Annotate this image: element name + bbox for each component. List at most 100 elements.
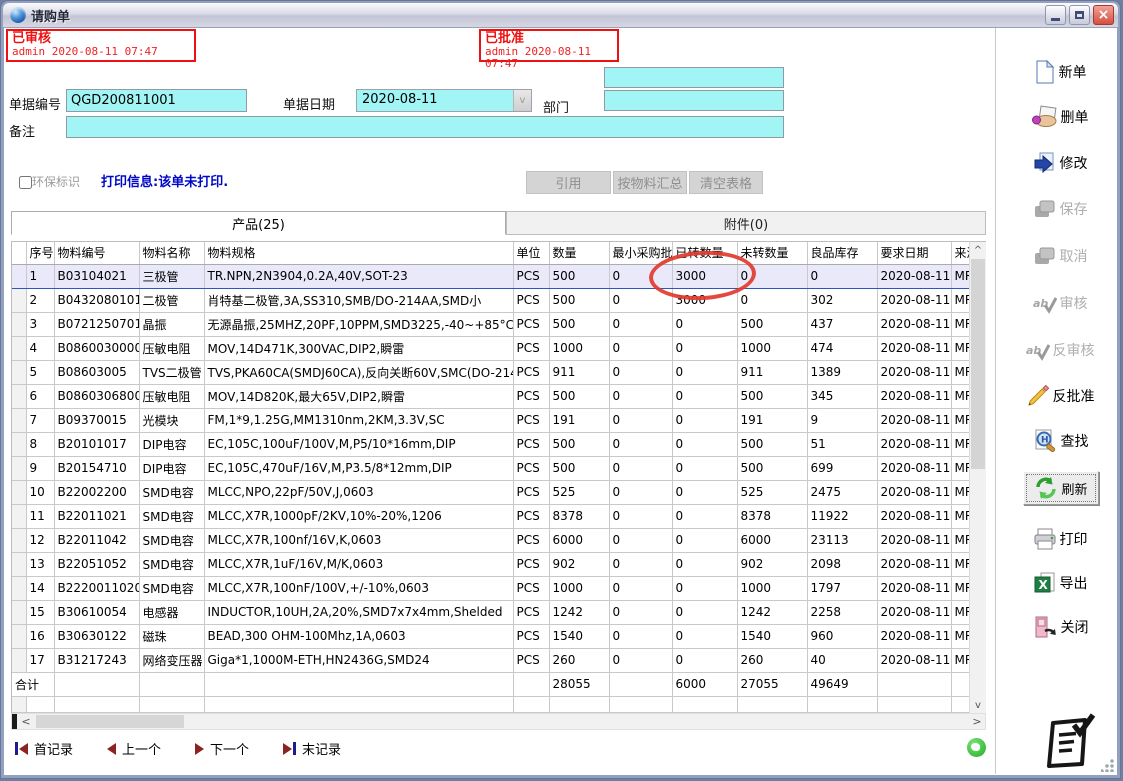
grid-cell[interactable]: 肖特基二极管,3A,SS310,SMB/DO-214AA,SMD小 xyxy=(204,288,513,312)
grid-cell[interactable]: 0 xyxy=(737,264,807,288)
grid-cell[interactable]: 电感器 xyxy=(139,600,204,624)
grid-cell[interactable]: MR xyxy=(951,432,971,456)
grid-cell[interactable]: PCS xyxy=(513,288,549,312)
column-header[interactable]: 良品库存 xyxy=(807,242,877,264)
table-row[interactable]: 10B22002200SMD电容MLCC,NPO,22pF/50V,J,0603… xyxy=(12,480,971,504)
grid-cell[interactable]: 6 xyxy=(26,384,54,408)
grid-cell[interactable]: MLCC,X7R,1uF/16V,M/K,0603 xyxy=(204,552,513,576)
grid-cell[interactable]: 11922 xyxy=(807,504,877,528)
grid-cell[interactable]: 11 xyxy=(26,504,54,528)
table-row[interactable]: 11B22011021SMD电容MLCC,X7R,1000pF/2KV,10%-… xyxy=(12,504,971,528)
remark-input[interactable] xyxy=(66,116,784,138)
grid-cell[interactable]: B09370015 xyxy=(54,408,139,432)
grid-cell[interactable]: 二极管 xyxy=(139,288,204,312)
grid-cell[interactable]: 0 xyxy=(672,624,737,648)
grid-cell[interactable]: 0 xyxy=(609,312,672,336)
grid-cell[interactable]: B22051052 xyxy=(54,552,139,576)
row-indicator[interactable] xyxy=(12,360,26,384)
grid-cell[interactable]: 500 xyxy=(737,384,807,408)
modify-button[interactable]: 修改 xyxy=(1001,147,1119,179)
grid-cell[interactable]: 0 xyxy=(609,336,672,360)
grid-cell[interactable]: 0 xyxy=(672,336,737,360)
grid-cell[interactable]: 0 xyxy=(672,576,737,600)
grid-cell[interactable]: 1797 xyxy=(807,576,877,600)
grid-cell[interactable]: B31217243 xyxy=(54,648,139,672)
grid-cell[interactable]: B20101017 xyxy=(54,432,139,456)
row-indicator[interactable] xyxy=(12,576,26,600)
grid-cell[interactable]: MR xyxy=(951,336,971,360)
grid-cell[interactable]: 911 xyxy=(549,360,609,384)
close-form-button[interactable]: 关闭 xyxy=(1001,611,1119,643)
grid-cell[interactable]: 500 xyxy=(549,288,609,312)
grid-cell[interactable]: 晶振 xyxy=(139,312,204,336)
grid-cell[interactable]: B2220011020 xyxy=(54,576,139,600)
grid-cell[interactable]: MR xyxy=(951,576,971,600)
grid-cell[interactable]: MR xyxy=(951,624,971,648)
column-header[interactable]: 已转数量 xyxy=(672,242,737,264)
grid-horizontal-scrollbar[interactable]: < > xyxy=(11,713,986,730)
grid-cell[interactable]: 0 xyxy=(807,264,877,288)
grid-cell[interactable]: 14 xyxy=(26,576,54,600)
grid-cell[interactable]: Giga*1,1000M-ETH,HN2436G,SMD24 xyxy=(204,648,513,672)
grid-cell[interactable]: 1000 xyxy=(737,576,807,600)
grid-cell[interactable]: 0 xyxy=(609,528,672,552)
grid-cell[interactable]: 260 xyxy=(737,648,807,672)
row-indicator[interactable] xyxy=(12,552,26,576)
grid-cell[interactable]: MLCC,X7R,1000pF/2KV,10%-20%,1206 xyxy=(204,504,513,528)
grid-cell[interactable]: SMD电容 xyxy=(139,504,204,528)
grid-cell[interactable]: B0432080101 xyxy=(54,288,139,312)
grid-cell[interactable]: 40 xyxy=(807,648,877,672)
grid-cell[interactable]: 2020-08-11 xyxy=(877,432,951,456)
grid-cell[interactable]: SMD电容 xyxy=(139,528,204,552)
grid-cell[interactable]: PCS xyxy=(513,600,549,624)
grid-cell[interactable]: 525 xyxy=(549,480,609,504)
grid-cell[interactable]: PCS xyxy=(513,648,549,672)
grid-cell[interactable]: 1000 xyxy=(549,336,609,360)
grid-cell[interactable]: B03104021 xyxy=(54,264,139,288)
row-indicator[interactable] xyxy=(12,480,26,504)
grid-cell[interactable]: 0 xyxy=(609,264,672,288)
minimize-button[interactable] xyxy=(1045,5,1066,25)
grid-cell[interactable]: 0 xyxy=(672,312,737,336)
column-header[interactable]: 物料名称 xyxy=(139,242,204,264)
grid-cell[interactable]: MR xyxy=(951,288,971,312)
grid-cell[interactable]: BEAD,300 OHM-100Mhz,1A,0603 xyxy=(204,624,513,648)
grid-cell[interactable]: EC,105C,470uF/16V,M,P3.5/8*12mm,DIP xyxy=(204,456,513,480)
table-row[interactable]: 9B20154710DIP电容EC,105C,470uF/16V,M,P3.5/… xyxy=(12,456,971,480)
close-button[interactable]: × xyxy=(1093,5,1114,25)
grid-cell[interactable]: 2020-08-11 xyxy=(877,360,951,384)
row-indicator[interactable] xyxy=(12,264,26,288)
grid-cell[interactable]: 699 xyxy=(807,456,877,480)
vertical-scroll-thumb[interactable] xyxy=(971,259,985,469)
grid-cell[interactable]: DIP电容 xyxy=(139,456,204,480)
grid-cell[interactable]: 8378 xyxy=(737,504,807,528)
doc-date-combo[interactable]: 2020-08-11 v xyxy=(356,89,532,112)
nav-previous-record[interactable]: 上一个 xyxy=(107,739,161,758)
grid-cell[interactable]: 2020-08-11 xyxy=(877,384,951,408)
grid-cell[interactable]: 9 xyxy=(807,408,877,432)
grid-cell[interactable]: 2020-08-11 xyxy=(877,552,951,576)
grid-cell[interactable]: 1389 xyxy=(807,360,877,384)
grid-cell[interactable]: 0 xyxy=(609,288,672,312)
grid-cell[interactable]: 0 xyxy=(609,432,672,456)
grid-cell[interactable]: 0 xyxy=(672,648,737,672)
grid-cell[interactable]: 500 xyxy=(737,456,807,480)
quote-button[interactable]: 引用 xyxy=(526,171,611,194)
grid-cell[interactable]: 3000 xyxy=(672,288,737,312)
grid-cell[interactable]: 7 xyxy=(26,408,54,432)
grid-cell[interactable]: 0 xyxy=(672,480,737,504)
refresh-button[interactable]: 刷新 xyxy=(1023,471,1099,505)
grid-cell[interactable]: MR xyxy=(951,552,971,576)
grid-cell[interactable]: B22011021 xyxy=(54,504,139,528)
grid-cell[interactable]: MR xyxy=(951,264,971,288)
table-row[interactable]: 12B22011042SMD电容MLCC,X7R,100nf/16V,K,060… xyxy=(12,528,971,552)
grid-cell[interactable]: 12 xyxy=(26,528,54,552)
grid-cell[interactable]: 8378 xyxy=(549,504,609,528)
clear-table-button[interactable]: 清空表格 xyxy=(689,171,763,194)
grid-cell[interactable]: 网络变压器 xyxy=(139,648,204,672)
row-indicator[interactable] xyxy=(12,312,26,336)
table-row[interactable]: 4B0860030000压敏电阻MOV,14D471K,300VAC,DIP2,… xyxy=(12,336,971,360)
grid-cell[interactable]: 2475 xyxy=(807,480,877,504)
grid-cell[interactable]: 3 xyxy=(26,312,54,336)
maximize-button[interactable] xyxy=(1069,5,1090,25)
